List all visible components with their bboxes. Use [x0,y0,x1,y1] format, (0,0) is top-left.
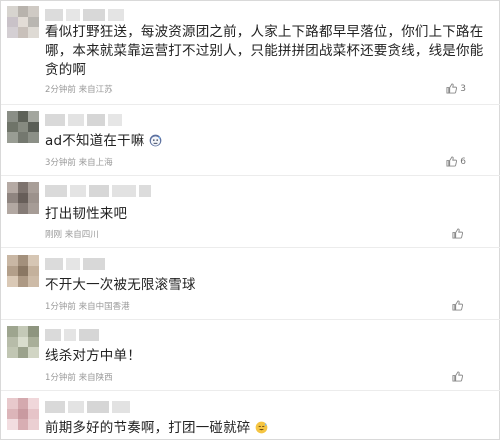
divider [1,390,500,391]
divider [1,247,500,248]
thumbs-up-icon [452,300,463,311]
comment-meta: 1分钟前 来自中国香港 [45,300,130,312]
comment-text-content: 前期多好的节奏啊，打团一碰就碎 [45,420,251,436]
username-blurred[interactable] [45,185,151,197]
thumbs-up-icon [446,156,458,167]
divider [1,319,500,320]
like-button[interactable] [452,300,466,311]
like-button[interactable] [452,371,466,382]
comment-time: 1分钟前 [45,302,76,312]
avatar[interactable] [7,111,39,143]
username-blurred[interactable] [45,329,99,341]
avatar[interactable] [7,6,39,38]
like-button[interactable]: 3 [446,83,466,94]
comment-location: 来自陕西 [78,373,113,383]
divider [1,104,500,105]
like-button[interactable]: 6 [446,156,466,167]
comment-meta: 刚刚 来自四川 [45,228,99,240]
avatar[interactable] [7,398,39,430]
sweat-face-emoji-icon [149,134,162,147]
comment-location: 来自江苏 [78,85,113,95]
comment-text: 看似打野狂送，每波资源团之前，人家上下路都早早落位，你们上下路在哪，本来就菜靠运… [45,24,484,78]
comment-text: 打出韧性来吧 [45,206,128,222]
comment-text-content: ad不知道在干嘛 [45,133,145,149]
comment-time: 1分钟前 [45,373,76,383]
username-blurred[interactable] [45,9,124,21]
username-blurred[interactable] [45,114,122,126]
comment-meta: 3分钟前 来自上海 [45,156,113,168]
comment-text: ad不知道在干嘛 [45,132,485,151]
comment-list: 看似打野狂送，每波资源团之前，人家上下路都早早落位，你们上下路在哪，本来就菜靠运… [0,0,500,440]
like-button[interactable] [452,228,466,239]
comment-location: 来自四川 [64,230,99,240]
comment-location: 来自中国香港 [78,302,130,312]
comment-text: 不开大一次被无限滚雪球 [45,277,196,293]
username-blurred[interactable] [45,401,130,413]
divider [1,175,500,176]
thumbs-up-icon [452,371,463,382]
like-count: 3 [460,83,466,94]
thumbs-up-icon [452,228,463,239]
comment-text: 线杀对方中单！ [45,348,141,364]
comment-text: 前期多好的节奏啊，打团一碰就碎 [45,419,485,438]
comment-meta: 1分钟前 来自陕西 [45,371,113,383]
avatar[interactable] [7,182,39,214]
thumbs-up-icon [446,83,458,94]
comment-meta: 2分钟前 来自江苏 [45,83,113,95]
avatar[interactable] [7,255,39,287]
comment-time: 刚刚 [45,230,63,240]
sweat-smile-emoji-icon [255,421,268,434]
comment-time: 2分钟前 [45,85,76,95]
username-blurred[interactable] [45,258,105,270]
avatar[interactable] [7,326,39,358]
like-count: 6 [460,156,466,167]
comment-location: 来自上海 [78,158,113,168]
comment-time: 3分钟前 [45,158,76,168]
